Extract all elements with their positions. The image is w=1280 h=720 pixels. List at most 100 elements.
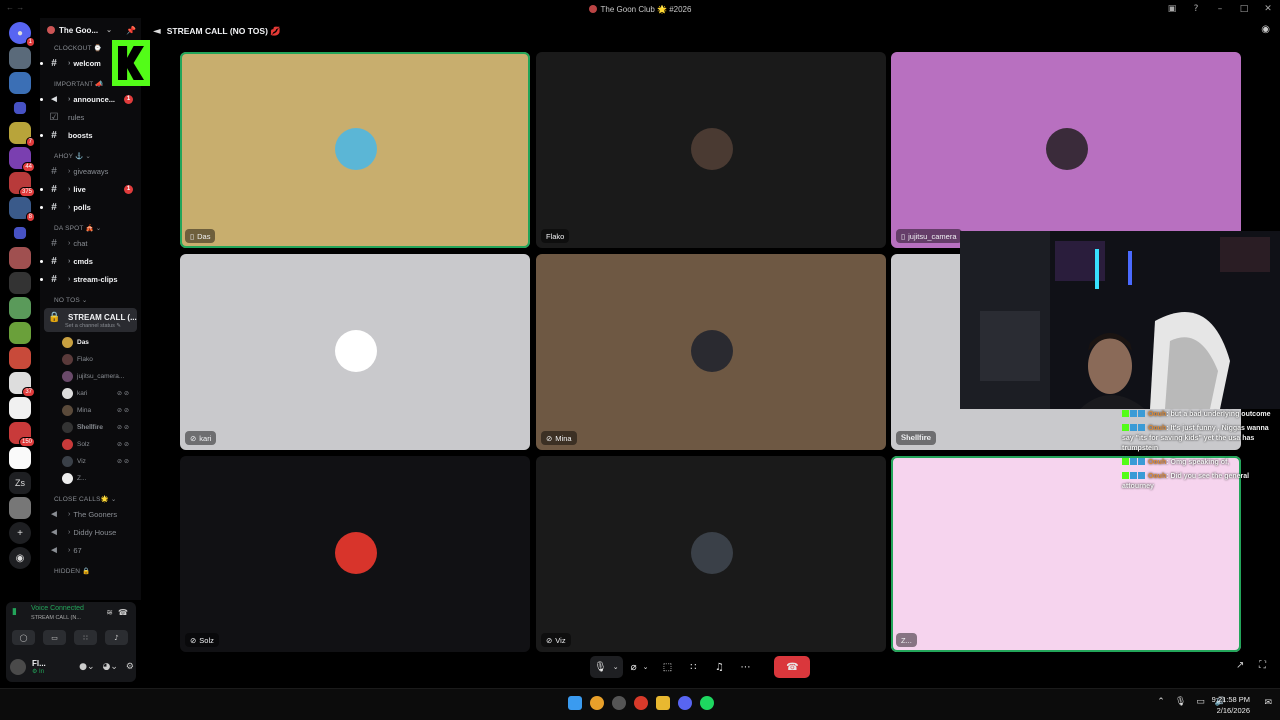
maximize-button[interactable]: □ <box>1232 4 1256 14</box>
notification-bell-icon[interactable]: ✉ <box>1264 698 1272 708</box>
server-icon[interactable] <box>9 397 31 419</box>
mic-icon[interactable]: ●⌄ <box>79 662 94 672</box>
server-icon[interactable]: 375 <box>9 172 35 197</box>
video-tile[interactable]: Flako <box>536 52 886 248</box>
chevron-down-icon[interactable]: ⌄ <box>643 663 649 671</box>
channel-voice-67[interactable]: ◄ › 67 <box>40 541 141 559</box>
close-button[interactable]: ✕ <box>1256 4 1280 14</box>
channel-live[interactable]: # › live 1 <box>40 180 141 198</box>
channel-rules[interactable]: ☑ rules <box>40 108 141 126</box>
video-tile[interactable]: ⊘ Mina <box>536 254 886 450</box>
voice-user[interactable]: kari ⊘ ⊘ <box>40 385 141 402</box>
voice-status[interactable]: Voice Connected <box>31 605 84 612</box>
windows-start-icon[interactable] <box>568 696 582 710</box>
inbox-icon[interactable]: ▣ <box>1160 4 1184 14</box>
mic-icon[interactable]: 🎙 <box>594 662 607 673</box>
server-icon[interactable] <box>9 272 31 294</box>
server-icon[interactable] <box>9 497 31 519</box>
video-tile[interactable]: ▯ jujitsu_camera <box>891 52 1241 248</box>
channel-giveaways[interactable]: # › giveaways <box>40 162 141 180</box>
server-icon[interactable] <box>9 347 31 369</box>
activities-button[interactable]: ∷ <box>74 630 97 645</box>
add-server-icon[interactable]: + <box>9 522 31 544</box>
video-tile[interactable]: ⊘ Solz <box>180 456 530 652</box>
server-icon[interactable]: 8 <box>9 197 35 222</box>
file-explorer-icon[interactable] <box>656 696 670 710</box>
voice-user[interactable]: Viz ⊘ ⊘ <box>40 453 141 470</box>
category-da-spot[interactable]: DA SPOT 🎪 ⌄ <box>40 222 141 234</box>
channel-polls[interactable]: # › polls <box>40 198 141 216</box>
user-info[interactable]: Fl... ⚙ In <box>32 659 46 675</box>
voice-user[interactable]: jujitsu_camera... <box>40 368 141 385</box>
voice-user[interactable]: Solz ⊘ ⊘ <box>40 436 141 453</box>
category-close-calls[interactable]: CLOSE CALLS🌟 ⌄ <box>40 493 141 505</box>
camera-off-icon[interactable]: ⌀ <box>631 662 637 673</box>
more-button[interactable]: ⋯ <box>734 656 756 678</box>
server-icon[interactable] <box>9 322 31 344</box>
server-icon[interactable] <box>9 247 31 269</box>
back-arrow-icon[interactable]: ← → <box>6 3 24 12</box>
activities-button[interactable]: ∷ <box>682 656 704 678</box>
server-icon-zs[interactable]: Zs <box>9 472 31 494</box>
channel-status[interactable]: Set a channel status ✎ <box>48 323 121 329</box>
channel-cmds[interactable]: # › cmds <box>40 252 141 270</box>
chevron-down-icon[interactable]: ⌄ <box>613 663 619 671</box>
channel-stream-call[interactable]: 🔒 STREAM CALL (... Set a channel status ✎ <box>44 308 137 332</box>
voice-user[interactable]: Flako <box>40 351 141 368</box>
minimize-button[interactable]: – <box>1208 4 1232 14</box>
channel-voice-diddy-house[interactable]: ◄ › Diddy House <box>40 523 141 541</box>
end-call-button[interactable]: ☎ <box>774 656 811 678</box>
channel-announcements[interactable]: ◄ › announce... 1 <box>40 90 141 108</box>
category-no-tos[interactable]: NO TOS ⌄ <box>40 294 141 306</box>
screen-share-button[interactable]: ⬚ <box>656 656 678 678</box>
category-ahoy[interactable]: AHOY ⚓ ⌄ <box>40 150 141 162</box>
voice-user[interactable]: Das <box>40 334 141 351</box>
avatar[interactable] <box>10 659 26 675</box>
chrome-icon[interactable] <box>590 696 604 710</box>
video-tile[interactable]: ▯ Das <box>180 52 530 248</box>
voice-channel-name[interactable]: STREAM CALL (N... <box>31 615 81 621</box>
folder-icon[interactable] <box>13 226 27 240</box>
video-tile[interactable]: ⊘ Viz <box>536 456 886 652</box>
server-icon[interactable]: 7 <box>9 122 35 147</box>
server-icon[interactable] <box>9 447 31 469</box>
mic-toggle-group[interactable]: 🎙 ⌄ <box>590 656 623 678</box>
tray-overflow-icon[interactable]: ⌃ <box>1157 697 1165 707</box>
category-hidden[interactable]: HIDDEN 🔒 <box>40 565 141 577</box>
camera-toggle-group[interactable]: ⌀ ⌄ <box>627 656 653 678</box>
voice-user[interactable]: Z... <box>40 470 141 487</box>
discord-icon[interactable] <box>678 696 692 710</box>
server-icon[interactable]: 37 <box>9 372 35 397</box>
spotify-icon[interactable] <box>700 696 714 710</box>
server-icon[interactable]: 150 <box>9 422 35 447</box>
network-icon[interactable]: ▭ <box>1196 697 1205 707</box>
fullscreen-icon[interactable]: ⛶ <box>1259 660 1266 671</box>
video-tile[interactable]: ⊘ kari <box>180 254 530 450</box>
signal-icon[interactable]: ▮ <box>12 607 17 617</box>
soundboard-button[interactable]: ♪ <box>105 630 128 645</box>
app-icon[interactable] <box>612 696 626 710</box>
camera-off-button[interactable]: ◯ <box>12 630 35 645</box>
discover-icon[interactable]: ◉ <box>9 547 31 569</box>
soundboard-button[interactable]: ♫ <box>708 656 730 678</box>
channel-chat[interactable]: # › chat <box>40 234 141 252</box>
clock[interactable]: 9:21:58 PM 2/16/2026 <box>1212 694 1250 716</box>
server-icon[interactable] <box>9 72 31 94</box>
server-icon[interactable] <box>9 47 31 69</box>
channel-boosts[interactable]: # boosts <box>40 126 141 144</box>
chat-bubble-icon[interactable]: ◉ <box>1261 24 1270 35</box>
mic-tray-icon[interactable]: 🎙 <box>1175 697 1186 707</box>
disconnect-icon[interactable]: ☎ <box>118 608 128 617</box>
server-icon[interactable] <box>9 297 31 319</box>
server-icon[interactable]: 44 <box>9 147 35 172</box>
voice-user[interactable]: 𝐒𝐡𝐞𝐥𝐥𝐟𝐢𝐫𝐞 ⊘ ⊘ <box>40 419 141 436</box>
gear-icon[interactable]: ⚙ <box>126 662 134 672</box>
help-icon[interactable]: ? <box>1184 4 1208 14</box>
folder-icon[interactable] <box>13 101 27 115</box>
screen-share-button[interactable]: ▭ <box>43 630 66 645</box>
app-icon[interactable] <box>634 696 648 710</box>
server-header[interactable]: The Goo... ⌄ 📌 <box>40 18 141 42</box>
popout-icon[interactable]: ↗ <box>1236 660 1244 671</box>
discord-home-icon[interactable]: ● 1 <box>9 22 35 47</box>
channel-voice-the-gooners[interactable]: ◄ › The Gooners <box>40 505 141 523</box>
